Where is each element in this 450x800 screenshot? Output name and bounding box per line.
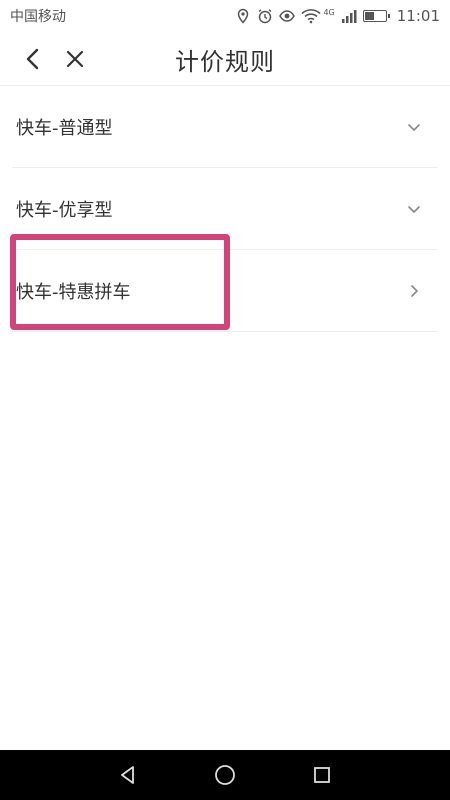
rule-item-carpool[interactable]: 快车-特惠拼车 <box>12 250 438 332</box>
chevron-right-icon <box>411 284 418 297</box>
rule-label: 快车-普通型 <box>16 117 113 139</box>
nav-header: 计价规则 <box>0 32 450 86</box>
page-title: 计价规则 <box>175 47 275 76</box>
circle-home-icon <box>215 765 235 785</box>
chevron-down-icon <box>408 123 420 131</box>
rule-label: 快车-特惠拼车 <box>16 281 131 303</box>
network-badge: 4G <box>323 7 335 17</box>
triangle-back-icon <box>121 766 135 784</box>
location-icon <box>238 8 249 24</box>
status-bar: 中国移动 4G 11:01 <box>0 0 450 32</box>
system-back-button[interactable] <box>116 763 140 787</box>
status-icons: 4G 11:01 <box>235 7 440 25</box>
wifi-icon <box>301 9 322 24</box>
clock-time: 11:01 <box>396 7 440 25</box>
screen: 中国移动 4G 11:01 计价规则 快车-普通型 快车-优享型 快车-特惠拼车 <box>0 0 450 800</box>
square-recents-icon <box>313 767 330 783</box>
rule-label: 快车-优享型 <box>16 199 113 221</box>
signal-icon <box>341 10 357 23</box>
eye-icon <box>279 10 296 22</box>
rule-item-premium[interactable]: 快车-优享型 <box>12 168 438 250</box>
battery-level <box>364 12 374 20</box>
system-recents-button[interactable] <box>310 763 334 787</box>
rules-list: 快车-普通型 快车-优享型 快车-特惠拼车 <box>12 86 438 332</box>
battery-icon <box>362 10 390 22</box>
system-home-button[interactable] <box>213 763 237 787</box>
system-nav-bar <box>0 750 450 800</box>
rule-item-standard[interactable]: 快车-普通型 <box>12 86 438 168</box>
carrier-name: 中国移动 <box>10 9 66 25</box>
chevron-down-icon <box>408 205 420 213</box>
alarm-icon <box>259 9 272 24</box>
